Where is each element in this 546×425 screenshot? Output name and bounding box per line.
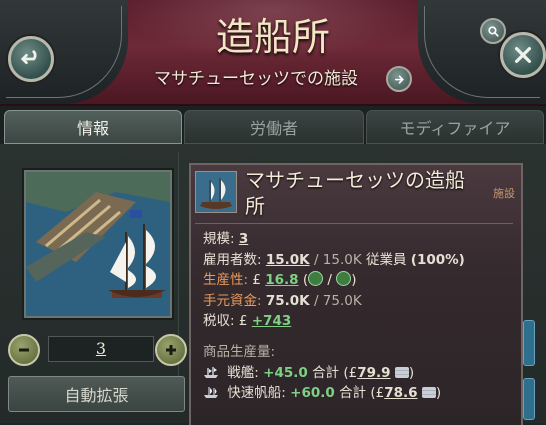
employment-suffix: 従業員 [366, 251, 407, 268]
header: 造船所 マサチューセッツでの施設 [0, 0, 546, 106]
close-button[interactable] [500, 32, 546, 78]
trend-up-icon [308, 271, 324, 287]
scrollbar-thumb-lower[interactable] [523, 378, 535, 420]
increase-level-button[interactable] [155, 334, 187, 366]
cash-row: 手元資金: 75.0K / 75.0K [203, 292, 362, 309]
card-title: マサチューセッツの造船所 [245, 168, 465, 218]
page-subtitle: マサチューセッツでの施設 [154, 69, 358, 89]
decrease-level-button[interactable] [8, 334, 40, 366]
tax-value[interactable]: +743 [252, 313, 292, 329]
tab-workers[interactable]: 労働者 [184, 110, 364, 144]
minus-icon [19, 348, 29, 352]
goods-currency: £ [348, 364, 358, 381]
employment-max: 15.0K [322, 251, 362, 268]
goto-location-button[interactable] [386, 66, 412, 92]
card-type-tag: 施設 [493, 187, 515, 200]
goods-heading-row: 商品生産量: [203, 342, 465, 363]
cash-current: 75.0K [265, 292, 310, 309]
productivity-row: 生産性: £ 16.8 ( / ) [203, 271, 357, 289]
goods-delta: +60.0 [290, 385, 335, 402]
warship-icon [204, 366, 218, 378]
employment-row: 雇用者数: 15.0K / 15.0K 従業員 (100%) [203, 251, 465, 268]
coins-icon [421, 387, 436, 399]
productivity-currency: £ [252, 272, 261, 289]
tab-modifiers[interactable]: モディファイア [366, 110, 544, 144]
goods-total[interactable]: 79.9 [357, 365, 390, 381]
goods-row: 戦艦: +45.0 合計 (£79.9 ) [203, 363, 465, 384]
coins-icon [394, 366, 409, 378]
back-arrow-icon [20, 50, 37, 65]
goods-name: 快速帆船: [227, 385, 286, 402]
productivity-value[interactable]: 16.8 [265, 272, 298, 288]
page-title: 造船所 [215, 15, 330, 59]
arrow-right-icon [394, 74, 404, 84]
back-button[interactable] [8, 36, 54, 82]
tax-currency: £ [238, 313, 248, 330]
building-info-card: マサチューセッツの造船所 施設 規模: 3 雇用者数: 15.0K / 15.0… [189, 163, 523, 425]
goods-delta: +45.0 [263, 364, 308, 381]
level-label: 規模: [203, 231, 235, 247]
goods-total-label: 合計 [339, 385, 367, 402]
tax-label: 税収: [203, 313, 235, 330]
employment-percent: (100%) [410, 251, 465, 268]
level-value: 3 [95, 339, 107, 358]
level-value-text[interactable]: 3 [239, 231, 248, 247]
card-divider [195, 223, 513, 224]
cash-max: 75.0K [322, 292, 362, 309]
clipper-icon [204, 387, 218, 399]
ship-icon [196, 172, 236, 212]
goods-name: 戦艦: [227, 364, 259, 381]
magnifier-icon [487, 25, 499, 37]
search-button[interactable] [480, 18, 506, 44]
goods-total[interactable]: 78.6 [384, 385, 417, 401]
goods-row: 快速帆船: +60.0 合計 (£78.6 ) [203, 383, 465, 404]
close-icon [514, 46, 532, 64]
level-stepper: 3 [8, 334, 187, 366]
goods-currency: £ [375, 385, 385, 402]
scrollbar-thumb[interactable] [523, 320, 535, 366]
productivity-label: 生産性: [203, 272, 249, 289]
stats-list: 規模: 3 雇用者数: 15.0K / 15.0K 従業員 (100%) 生産性… [203, 229, 465, 404]
level-row: 規模: 3 [203, 229, 465, 250]
column-divider [178, 152, 179, 412]
tax-row: 税収: £ +743 [203, 311, 465, 332]
building-icon [195, 171, 237, 213]
cash-label: 手元資金: [203, 292, 262, 309]
goods-total-label: 合計 [312, 364, 340, 381]
tab-bar: 情報 労働者 モディファイア [0, 106, 546, 144]
plus-icon [166, 345, 176, 355]
level-value-field[interactable]: 3 [48, 336, 154, 362]
goods-heading: 商品生産量: [203, 343, 276, 360]
trend-up-icon [336, 271, 352, 287]
shipyard-illustration-icon [26, 172, 170, 316]
building-image [24, 170, 172, 318]
tab-info[interactable]: 情報 [4, 110, 182, 144]
employment-label: 雇用者数: [203, 251, 262, 268]
employment-current[interactable]: 15.0K [266, 252, 310, 268]
auto-expand-button[interactable]: 自動拡張 [8, 376, 185, 412]
